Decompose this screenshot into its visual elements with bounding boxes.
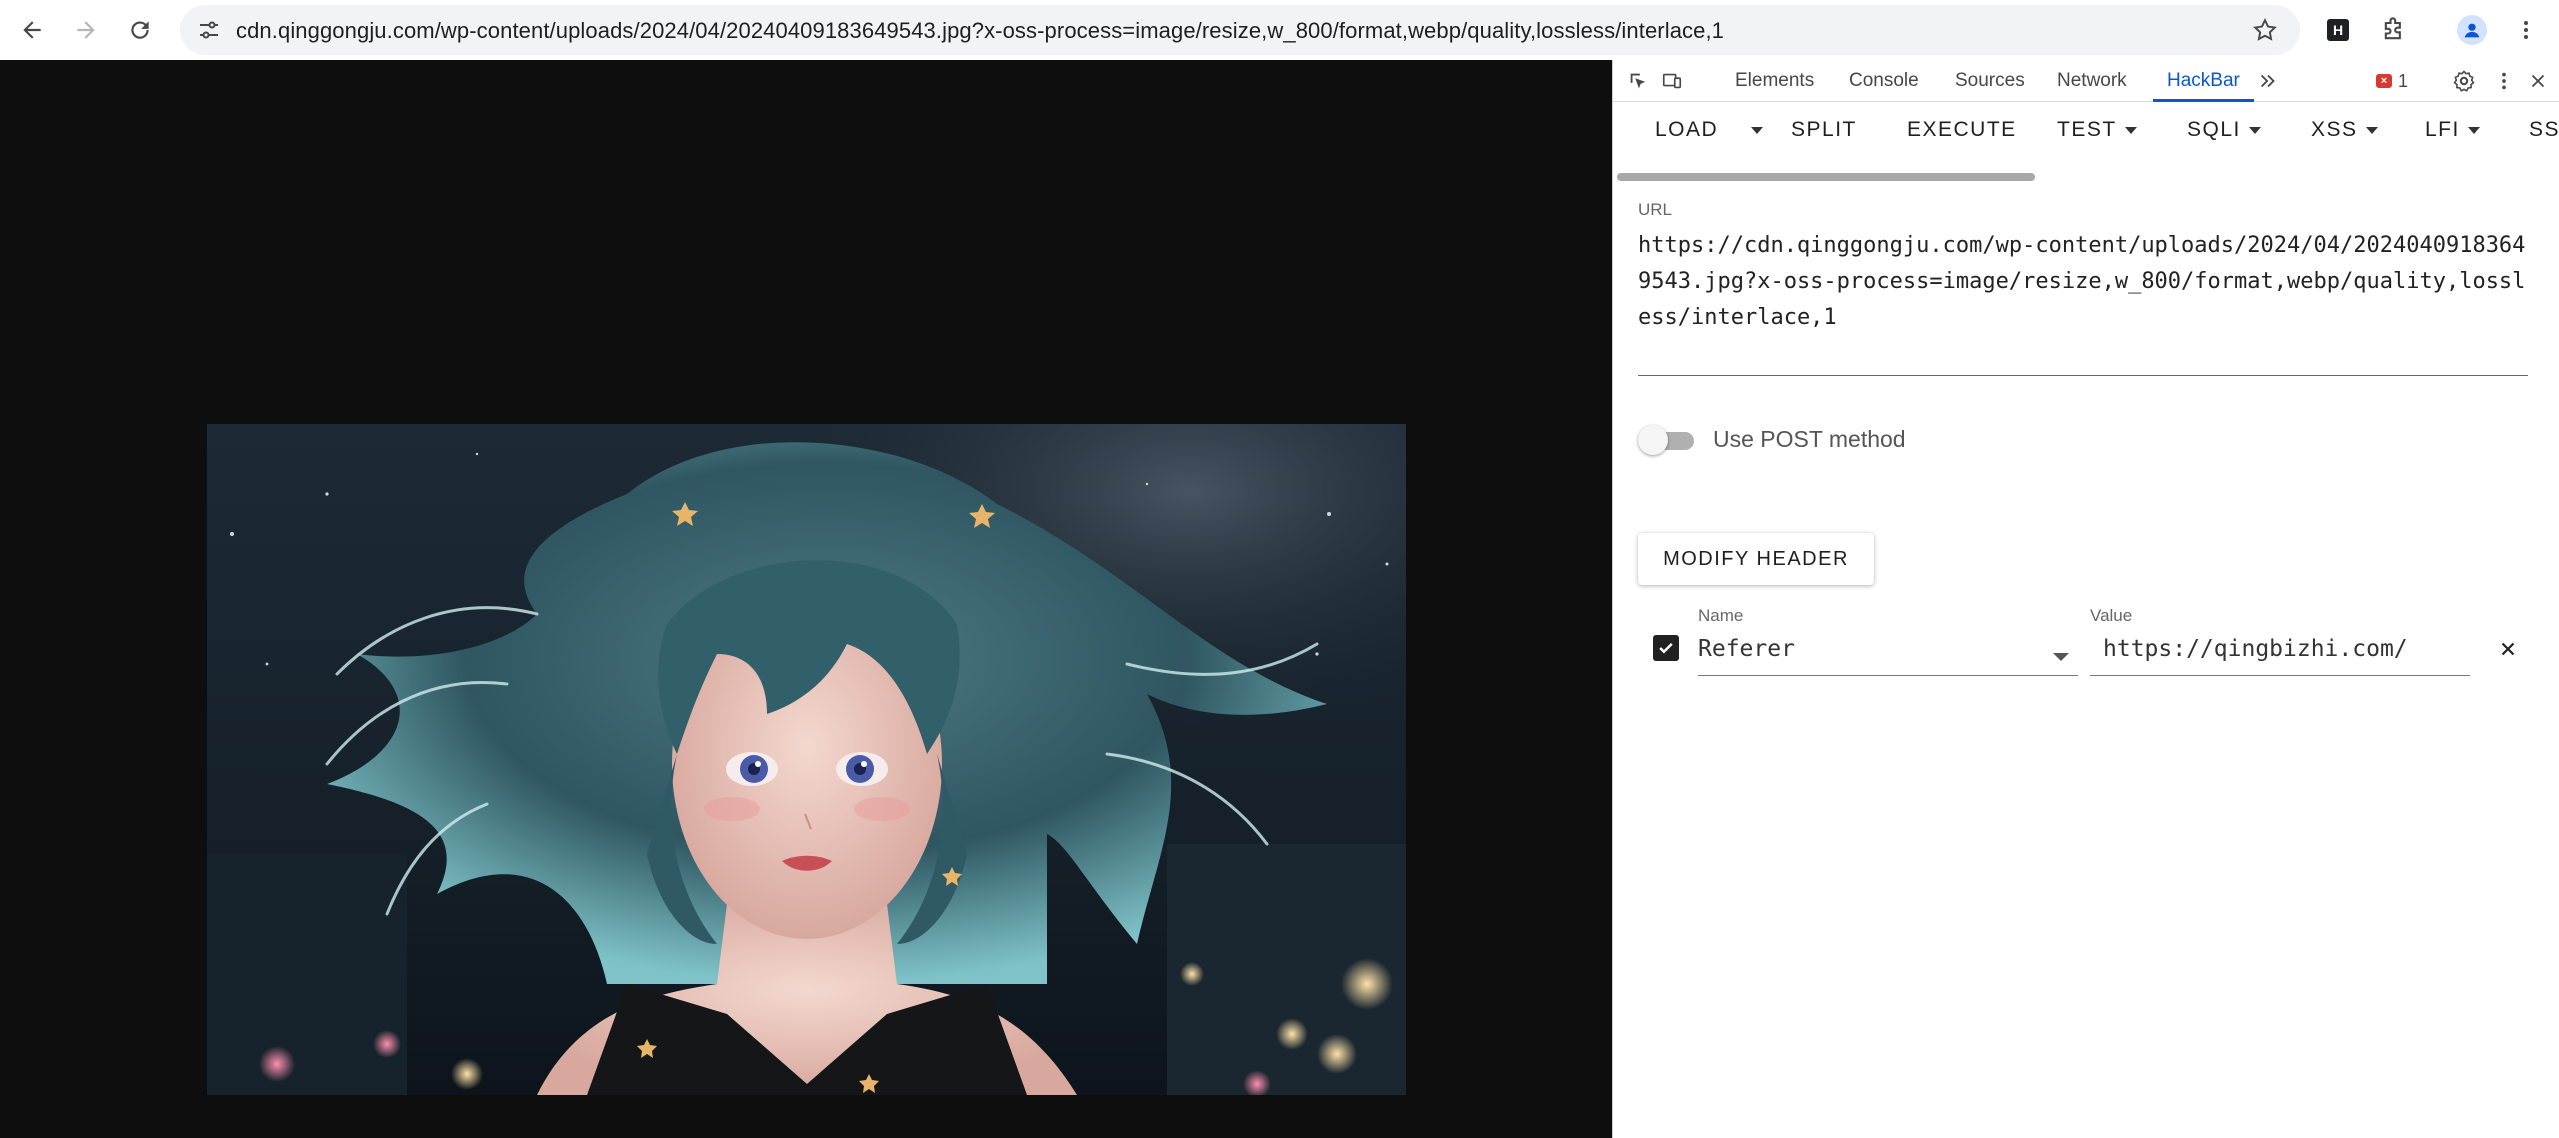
header-name-label: Name xyxy=(1698,606,1744,625)
reload-icon xyxy=(131,21,149,39)
address-bar[interactable]: cdn.qinggongju.com/wp-content/uploads/20… xyxy=(180,5,2300,55)
lfi-menu-button[interactable]: LFI xyxy=(2425,112,2480,148)
modify-header-button[interactable]: MODIFY HEADER xyxy=(1638,533,1874,585)
profile-button[interactable] xyxy=(2450,8,2494,52)
header-name-underline xyxy=(1698,675,2078,676)
check-icon xyxy=(1659,642,1673,654)
arrow-right-icon xyxy=(77,21,95,39)
devtools-menu-icon[interactable] xyxy=(2491,68,2517,94)
more-tabs-icon[interactable] xyxy=(2255,68,2281,94)
hackbar-extension-button[interactable]: H xyxy=(2316,8,2360,52)
tab-hackbar[interactable]: HackBar xyxy=(2153,60,2254,102)
xss-label: XSS xyxy=(2311,118,2358,141)
post-method-toggle[interactable] xyxy=(1638,425,1696,455)
hackbar-extension-icon: H xyxy=(2327,19,2349,41)
site-info-icon[interactable] xyxy=(194,15,224,45)
anime-girl-image[interactable] xyxy=(207,424,1406,1095)
chevron-down-icon xyxy=(1751,126,1763,134)
chevron-down-icon xyxy=(2365,126,2378,134)
browser-menu-button[interactable] xyxy=(2504,8,2548,52)
error-count-badge[interactable]: × 1 xyxy=(2376,70,2408,92)
test-menu-button[interactable]: TEST xyxy=(2057,112,2137,148)
back-button[interactable] xyxy=(10,8,54,52)
close-icon xyxy=(2501,642,2515,656)
error-count: 1 xyxy=(2398,70,2409,91)
puzzle-icon xyxy=(2384,17,2401,40)
toolbar-scrollbar[interactable] xyxy=(1617,173,2035,181)
more-vert-icon xyxy=(2524,21,2528,39)
extensions-button[interactable] xyxy=(2372,8,2416,52)
remove-header-button[interactable] xyxy=(2493,634,2523,664)
reload-button[interactable] xyxy=(118,8,162,52)
url-textarea[interactable]: https://cdn.qinggongju.com/wp-content/up… xyxy=(1638,228,2528,336)
load-dropdown-button[interactable] xyxy=(1743,112,1763,148)
test-label: TEST xyxy=(2057,118,2117,141)
header-value-label: Value xyxy=(2090,606,2133,625)
devtools-tab-bar: Elements Console Sources Network HackBar… xyxy=(1613,60,2559,102)
tab-console[interactable]: Console xyxy=(1845,60,1923,102)
header-value-underline xyxy=(2090,675,2470,676)
close-devtools-icon[interactable] xyxy=(2525,68,2551,94)
avatar xyxy=(2457,15,2487,45)
error-icon: × xyxy=(2376,74,2392,88)
header-value-input[interactable]: https://qingbizhi.com/ xyxy=(2103,636,2408,662)
post-method-label: Use POST method xyxy=(1713,426,1906,452)
sqli-label: SQLI xyxy=(2187,118,2241,141)
load-button[interactable]: LOAD xyxy=(1655,112,1718,148)
hackbar-toolbar: LOAD SPLIT EXECUTE TEST SQLI XSS LFI SS xyxy=(1613,102,2559,158)
tab-network[interactable]: Network xyxy=(2053,60,2131,102)
device-toolbar-icon[interactable] xyxy=(1659,68,1685,94)
split-button[interactable]: SPLIT xyxy=(1791,112,1857,148)
browser-toolbar: cdn.qinggongju.com/wp-content/uploads/20… xyxy=(0,0,2559,60)
url-field-underline xyxy=(1638,375,2528,376)
execute-button[interactable]: EXECUTE xyxy=(1907,112,2017,148)
chevron-down-icon[interactable] xyxy=(2053,653,2069,661)
tab-sources[interactable]: Sources xyxy=(1951,60,2029,102)
inspect-element-icon[interactable] xyxy=(1625,68,1651,94)
tab-elements[interactable]: Elements xyxy=(1731,60,1818,102)
xss-menu-button[interactable]: XSS xyxy=(2311,112,2378,148)
url-field-label: URL xyxy=(1638,200,1673,219)
ssti-menu-button[interactable]: SS xyxy=(2529,112,2559,148)
forward-button[interactable] xyxy=(64,8,108,52)
page-viewport xyxy=(0,60,1612,1138)
header-enabled-checkbox[interactable] xyxy=(1653,635,1679,661)
sqli-menu-button[interactable]: SQLI xyxy=(2187,112,2261,148)
bookmark-star-icon[interactable] xyxy=(2250,15,2280,45)
chevron-down-icon xyxy=(2124,126,2137,134)
arrow-left-icon xyxy=(23,21,41,39)
header-name-select[interactable]: Referer xyxy=(1698,636,1795,662)
settings-gear-icon[interactable] xyxy=(2451,68,2477,94)
chevron-down-icon xyxy=(2467,126,2480,134)
lfi-label: LFI xyxy=(2425,118,2460,141)
devtools-panel: Elements Console Sources Network HackBar… xyxy=(1612,60,2559,1138)
chevron-down-icon xyxy=(2248,126,2261,134)
toggle-thumb xyxy=(1638,425,1668,455)
url-text[interactable]: cdn.qinggongju.com/wp-content/uploads/20… xyxy=(236,18,1724,44)
